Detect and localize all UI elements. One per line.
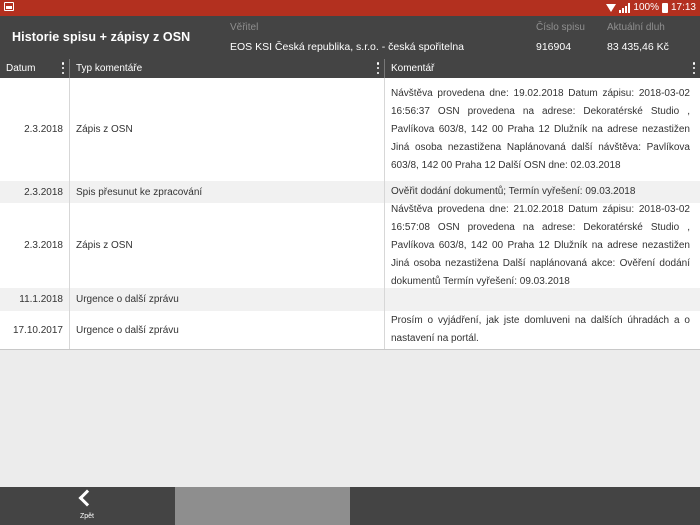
column-header-label: Typ komentáře: [76, 63, 143, 74]
cell-comment: Návštěva provedena dne: 21.02.2018 Datum…: [391, 203, 690, 287]
column-menu-icon[interactable]: [61, 62, 65, 74]
bottom-bar: Zpět: [0, 487, 700, 525]
image-notification-icon: [4, 2, 14, 11]
clock: 17:13: [670, 2, 696, 13]
file-number-label: Číslo spisu: [536, 22, 585, 33]
column-header-label: Komentář: [391, 63, 435, 74]
current-debt-label: Aktuální dluh: [607, 22, 665, 33]
column-menu-icon[interactable]: [692, 62, 696, 74]
back-button[interactable]: Zpět: [67, 487, 107, 525]
cell-comment: Návštěva provedena dne: 19.02.2018 Datum…: [391, 87, 690, 171]
cell-type: Urgence o další zprávu: [70, 288, 385, 311]
column-header-date[interactable]: Datum: [0, 59, 70, 78]
creditor-label: Věřitel: [230, 22, 259, 33]
column-menu-icon[interactable]: [376, 62, 380, 74]
back-label: Zpět: [79, 513, 94, 520]
status-bar: 100% 17:13: [0, 0, 700, 16]
cell-type: Urgence o další zprávu: [70, 311, 385, 349]
column-header-label: Datum: [6, 63, 36, 74]
table-row[interactable]: 17.10.2017 Urgence o další zprávu Prosím…: [0, 311, 700, 349]
cell-comment: [385, 288, 700, 311]
column-header-comment[interactable]: Komentář: [385, 59, 700, 78]
file-number-value: 916904: [536, 41, 572, 53]
history-table: Datum Typ komentáře Komentář 2.3.2018 Zá…: [0, 59, 700, 350]
cell-date: 2.3.2018: [0, 181, 70, 203]
column-header-type[interactable]: Typ komentáře: [70, 59, 385, 78]
cell-type: Zápis z OSN: [70, 203, 385, 288]
cell-date: 2.3.2018: [0, 78, 70, 181]
cell-date: 2.3.2018: [0, 203, 70, 288]
header: Historie spisu + zápisy z OSN Věřitel EO…: [0, 16, 700, 59]
table-row[interactable]: 2.3.2018 Zápis z OSN Návštěva provedena …: [0, 203, 700, 288]
current-debt-value: 83 435,46 Kč: [607, 41, 669, 53]
wifi-icon: [606, 4, 617, 12]
table-row[interactable]: 2.3.2018 Zápis z OSN Návštěva provedena …: [0, 78, 700, 181]
cell-type: Zápis z OSN: [70, 78, 385, 181]
creditor-value: EOS KSI Česká republika, s.r.o. - česká …: [230, 41, 465, 53]
cell-comment: Prosím o vyjádření, jak jste domluveni n…: [391, 315, 690, 344]
bottom-bar-placeholder: [175, 487, 350, 525]
signal-icon: [619, 3, 631, 13]
battery-percent: 100%: [633, 2, 659, 13]
table-header: Datum Typ komentáře Komentář: [0, 59, 700, 78]
cell-date: 11.1.2018: [0, 288, 70, 311]
chevron-left-icon: [78, 489, 96, 507]
table-row[interactable]: 11.1.2018 Urgence o další zprávu: [0, 288, 700, 311]
cell-date: 17.10.2017: [0, 311, 70, 349]
status-icons: 100% 17:13: [606, 2, 696, 14]
cell-type: Spis přesunut ke zpracování: [70, 181, 385, 203]
page-title: Historie spisu + zápisy z OSN: [12, 30, 191, 44]
battery-icon: [661, 3, 668, 13]
